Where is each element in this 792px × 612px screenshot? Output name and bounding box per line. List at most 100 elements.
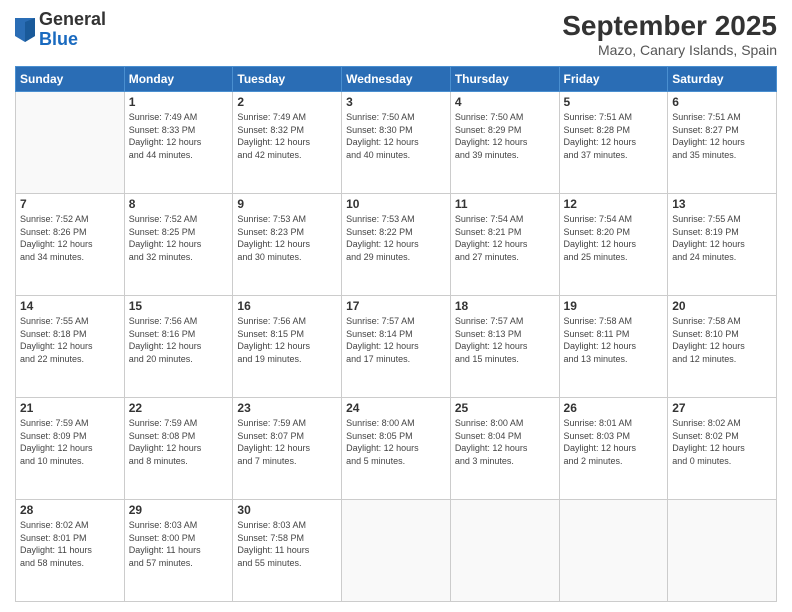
calendar-header-row: Sunday Monday Tuesday Wednesday Thursday… (16, 67, 777, 92)
table-row: 18 Sunrise: 7:57 AM Sunset: 8:13 PM Dayli… (450, 296, 559, 398)
logo-text: General Blue (39, 10, 106, 50)
table-row: 12 Sunrise: 7:54 AM Sunset: 8:20 PM Dayli… (559, 194, 668, 296)
table-row: 14 Sunrise: 7:55 AM Sunset: 8:18 PM Dayli… (16, 296, 125, 398)
col-friday: Friday (559, 67, 668, 92)
day-info: Sunrise: 7:49 AM Sunset: 8:33 PM Dayligh… (129, 111, 229, 161)
day-number: 8 (129, 197, 229, 211)
table-row: 27Sunrise: 8:02 AM Sunset: 8:02 PM Dayli… (668, 398, 777, 500)
day-number: 17 (346, 299, 446, 313)
table-row: 10 Sunrise: 7:53 AM Sunset: 8:22 PM Dayli… (342, 194, 451, 296)
page: General Blue September 2025 Mazo, Canary… (0, 0, 792, 612)
calendar-table: Sunday Monday Tuesday Wednesday Thursday… (15, 66, 777, 602)
table-row: 15 Sunrise: 7:56 AM Sunset: 8:16 PM Dayli… (124, 296, 233, 398)
logo-icon (15, 18, 35, 42)
table-row: 9Sunrise: 7:53 AM Sunset: 8:23 PM Daylig… (233, 194, 342, 296)
table-row: 23Sunrise: 7:59 AM Sunset: 8:07 PM Dayli… (233, 398, 342, 500)
table-row: 24 Sunrise: 8:00 AM Sunset: 8:05 PM Dayli… (342, 398, 451, 500)
day-number: 7 (20, 197, 120, 211)
day-number: 14 (20, 299, 120, 313)
day-number: 10 (346, 197, 446, 211)
day-number: 25 (455, 401, 555, 415)
calendar-week-row: 1 Sunrise: 7:49 AM Sunset: 8:33 PM Daylig… (16, 92, 777, 194)
table-row: 4 Sunrise: 7:50 AM Sunset: 8:29 PM Daylig… (450, 92, 559, 194)
table-row: 6Sunrise: 7:51 AM Sunset: 8:27 PM Daylig… (668, 92, 777, 194)
day-number: 28 (20, 503, 120, 517)
day-number: 1 (129, 95, 229, 109)
table-row: 7Sunrise: 7:52 AM Sunset: 8:26 PM Daylig… (16, 194, 125, 296)
day-number: 16 (237, 299, 337, 313)
table-row (559, 500, 668, 602)
day-info: Sunrise: 7:59 AM Sunset: 8:08 PM Dayligh… (129, 417, 229, 467)
table-row: 20Sunrise: 7:58 AM Sunset: 8:10 PM Dayli… (668, 296, 777, 398)
table-row: 11Sunrise: 7:54 AM Sunset: 8:21 PM Dayli… (450, 194, 559, 296)
table-row: 13 Sunrise: 7:55 AM Sunset: 8:19 PM Dayli… (668, 194, 777, 296)
day-number: 22 (129, 401, 229, 415)
day-info: Sunrise: 8:03 AM Sunset: 7:58 PM Dayligh… (237, 519, 337, 569)
day-info: Sunrise: 7:59 AM Sunset: 8:09 PM Dayligh… (20, 417, 120, 467)
table-row (450, 500, 559, 602)
day-info: Sunrise: 7:49 AM Sunset: 8:32 PM Dayligh… (237, 111, 337, 161)
day-number: 3 (346, 95, 446, 109)
day-number: 4 (455, 95, 555, 109)
header: General Blue September 2025 Mazo, Canary… (15, 10, 777, 58)
day-info: Sunrise: 7:53 AM Sunset: 8:22 PM Dayligh… (346, 213, 446, 263)
table-row: 30 Sunrise: 8:03 AM Sunset: 7:58 PM Dayli… (233, 500, 342, 602)
day-info: Sunrise: 7:56 AM Sunset: 8:16 PM Dayligh… (129, 315, 229, 365)
day-info: Sunrise: 8:02 AM Sunset: 8:02 PM Dayligh… (672, 417, 772, 467)
col-saturday: Saturday (668, 67, 777, 92)
day-info: Sunrise: 7:54 AM Sunset: 8:20 PM Dayligh… (564, 213, 664, 263)
col-tuesday: Tuesday (233, 67, 342, 92)
day-number: 12 (564, 197, 664, 211)
day-info: Sunrise: 7:55 AM Sunset: 8:19 PM Dayligh… (672, 213, 772, 263)
month-title: September 2025 (562, 10, 777, 42)
table-row: 21 Sunrise: 7:59 AM Sunset: 8:09 PM Dayli… (16, 398, 125, 500)
day-info: Sunrise: 8:02 AM Sunset: 8:01 PM Dayligh… (20, 519, 120, 569)
logo: General Blue (15, 10, 106, 50)
day-number: 30 (237, 503, 337, 517)
day-number: 5 (564, 95, 664, 109)
table-row: 16 Sunrise: 7:56 AM Sunset: 8:15 PM Dayli… (233, 296, 342, 398)
day-info: Sunrise: 7:56 AM Sunset: 8:15 PM Dayligh… (237, 315, 337, 365)
day-info: Sunrise: 7:51 AM Sunset: 8:28 PM Dayligh… (564, 111, 664, 161)
day-info: Sunrise: 8:00 AM Sunset: 8:05 PM Dayligh… (346, 417, 446, 467)
col-sunday: Sunday (16, 67, 125, 92)
calendar-week-row: 7Sunrise: 7:52 AM Sunset: 8:26 PM Daylig… (16, 194, 777, 296)
table-row: 22 Sunrise: 7:59 AM Sunset: 8:08 PM Dayli… (124, 398, 233, 500)
day-number: 18 (455, 299, 555, 313)
day-info: Sunrise: 7:58 AM Sunset: 8:11 PM Dayligh… (564, 315, 664, 365)
day-info: Sunrise: 7:57 AM Sunset: 8:14 PM Dayligh… (346, 315, 446, 365)
table-row (668, 500, 777, 602)
day-number: 15 (129, 299, 229, 313)
day-info: Sunrise: 7:53 AM Sunset: 8:23 PM Dayligh… (237, 213, 337, 263)
day-number: 13 (672, 197, 772, 211)
day-info: Sunrise: 8:00 AM Sunset: 8:04 PM Dayligh… (455, 417, 555, 467)
day-number: 21 (20, 401, 120, 415)
day-info: Sunrise: 7:51 AM Sunset: 8:27 PM Dayligh… (672, 111, 772, 161)
location: Mazo, Canary Islands, Spain (562, 42, 777, 58)
day-info: Sunrise: 7:55 AM Sunset: 8:18 PM Dayligh… (20, 315, 120, 365)
table-row: 3 Sunrise: 7:50 AM Sunset: 8:30 PM Daylig… (342, 92, 451, 194)
col-wednesday: Wednesday (342, 67, 451, 92)
logo-blue: Blue (39, 30, 106, 50)
table-row (16, 92, 125, 194)
table-row: 26Sunrise: 8:01 AM Sunset: 8:03 PM Dayli… (559, 398, 668, 500)
day-info: Sunrise: 8:03 AM Sunset: 8:00 PM Dayligh… (129, 519, 229, 569)
calendar-week-row: 21 Sunrise: 7:59 AM Sunset: 8:09 PM Dayli… (16, 398, 777, 500)
day-number: 11 (455, 197, 555, 211)
table-row: 19 Sunrise: 7:58 AM Sunset: 8:11 PM Dayli… (559, 296, 668, 398)
table-row: 1 Sunrise: 7:49 AM Sunset: 8:33 PM Daylig… (124, 92, 233, 194)
table-row: 29Sunrise: 8:03 AM Sunset: 8:00 PM Dayli… (124, 500, 233, 602)
table-row (342, 500, 451, 602)
calendar-week-row: 14 Sunrise: 7:55 AM Sunset: 8:18 PM Dayli… (16, 296, 777, 398)
day-number: 20 (672, 299, 772, 313)
day-number: 26 (564, 401, 664, 415)
day-number: 24 (346, 401, 446, 415)
day-number: 19 (564, 299, 664, 313)
day-info: Sunrise: 7:57 AM Sunset: 8:13 PM Dayligh… (455, 315, 555, 365)
table-row: 2Sunrise: 7:49 AM Sunset: 8:32 PM Daylig… (233, 92, 342, 194)
day-info: Sunrise: 7:50 AM Sunset: 8:30 PM Dayligh… (346, 111, 446, 161)
table-row: 28 Sunrise: 8:02 AM Sunset: 8:01 PM Dayli… (16, 500, 125, 602)
day-number: 23 (237, 401, 337, 415)
col-monday: Monday (124, 67, 233, 92)
day-info: Sunrise: 7:50 AM Sunset: 8:29 PM Dayligh… (455, 111, 555, 161)
